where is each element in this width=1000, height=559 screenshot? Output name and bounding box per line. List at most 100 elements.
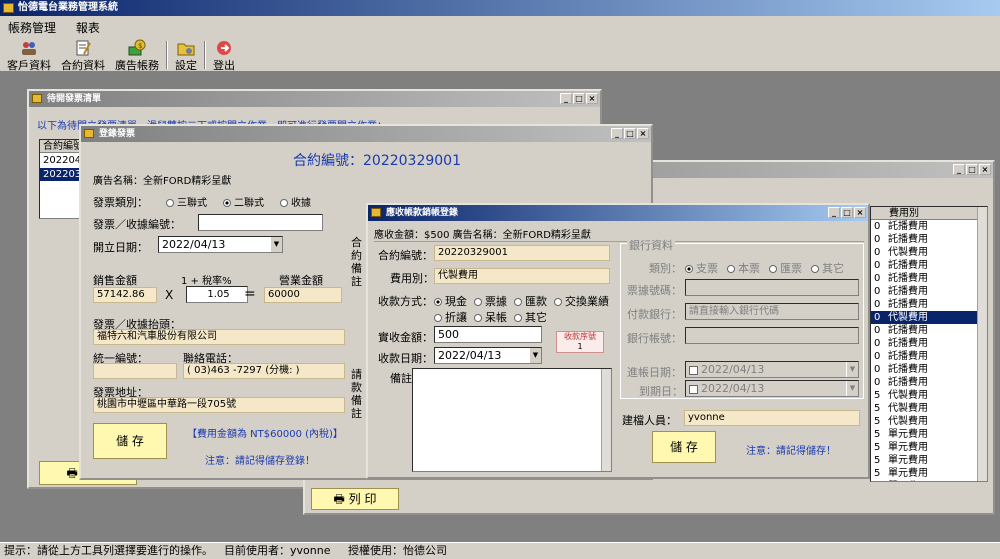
bank-type-other[interactable]: 其它	[811, 260, 844, 276]
header-field[interactable]: 福特六和汽車股份有限公司	[93, 329, 345, 345]
sales-amount-field[interactable]: 57142.86	[93, 287, 157, 303]
table-row[interactable]: 0 託播費用	[871, 337, 979, 350]
table-row[interactable]: 5單元費用	[871, 428, 979, 441]
menu-accounting[interactable]: 帳務管理	[0, 16, 64, 36]
table-row[interactable]: 0 託播費用	[871, 376, 979, 389]
actual-amount-input[interactable]: 500	[434, 326, 542, 343]
close-button[interactable]: ×	[586, 93, 598, 104]
save-note: 注意：請記得儲存登錄！	[205, 456, 315, 467]
tax-id-field[interactable]	[93, 363, 177, 379]
receivable-save-button[interactable]: 儲 存	[652, 431, 716, 463]
ledger-list[interactable]: 費用別 0 託播費用 0 託播費用 0 代製費用 0 託播費用 0 託播費用 0 託播費用 0 託播費用 0…	[870, 206, 988, 482]
printer-icon: 🖶	[333, 492, 345, 506]
pay-method-other[interactable]: 其它	[514, 309, 547, 325]
receive-date-picker[interactable]: 2022/04/13 ▼	[434, 347, 542, 364]
table-row[interactable]: 0 託播費用	[871, 233, 979, 246]
creator-field[interactable]: yvonne	[684, 410, 860, 426]
business-amount-field[interactable]: 60000	[264, 287, 342, 303]
bank-group-title: 銀行資料	[627, 237, 675, 253]
pay-bank-input[interactable]: 請直接輸入銀行代碼	[685, 303, 859, 320]
table-row[interactable]: 5 代製費用	[871, 389, 979, 402]
table-row[interactable]: 0 託播費用	[871, 259, 979, 272]
minimize-button[interactable]: _	[611, 128, 623, 139]
table-row[interactable]: 0 託播費用	[871, 324, 979, 337]
ad-name: 廣告名稱：全新FORD精彩呈獻	[93, 176, 232, 187]
table-row[interactable]: 5單元費用	[871, 454, 979, 467]
receivable-title-bar: 應收帳款銷帳登錄 _ □ ×	[368, 205, 868, 221]
bank-type-promissory[interactable]: 本票	[727, 260, 760, 276]
table-row[interactable]: 0 託播費用	[871, 350, 979, 363]
dropdown-arrow-icon[interactable]: ▼	[846, 362, 858, 377]
maximize-button[interactable]: □	[624, 128, 636, 139]
checkbox[interactable]	[689, 365, 698, 375]
column-header-fee-type[interactable]: 費用別	[871, 207, 987, 220]
pay-method-bill[interactable]: 票據	[474, 293, 507, 309]
fee-type-field[interactable]: 代製費用	[434, 268, 610, 284]
vertical-scrollbar[interactable]	[977, 207, 987, 481]
checkbox[interactable]	[689, 384, 698, 394]
close-button[interactable]: ×	[637, 128, 649, 139]
invoice-type-radio-double[interactable]: 二聯式	[223, 194, 264, 209]
table-row[interactable]: 5單元費用	[871, 441, 979, 454]
dropdown-arrow-icon[interactable]: ▼	[529, 348, 541, 363]
maximize-button[interactable]: □	[841, 207, 853, 218]
table-row[interactable]: 0 託播費用	[871, 220, 979, 233]
bill-no-input[interactable]	[685, 279, 859, 296]
vertical-scrollbar[interactable]	[601, 369, 611, 471]
table-row[interactable]: 5單元費用	[871, 480, 979, 481]
deposit-date-label: 進帳日期：	[627, 366, 682, 379]
pay-method-cash[interactable]: 現金	[434, 293, 467, 309]
invoice-type-radio-triple[interactable]: 三聯式	[166, 194, 207, 209]
deposit-date-picker[interactable]: 2022/04/13 ▼	[685, 361, 859, 378]
receivable-window: 應收帳款銷帳登錄 _ □ × 應收金額：$500 廣告名稱：全新FORD精彩呈獻 合…	[366, 203, 870, 479]
table-row[interactable]: 5 代製費用	[871, 415, 979, 428]
table-row[interactable]: 0 託播費用	[871, 298, 979, 311]
pay-method-exchange[interactable]: 交換業績	[554, 293, 609, 309]
due-date-label: 到期日：	[639, 385, 683, 398]
invoice-no-input[interactable]	[198, 214, 323, 231]
pay-method-label: 收款方式：	[378, 295, 433, 308]
pay-method-transfer[interactable]: 匯款	[514, 293, 547, 309]
contract-no-field[interactable]: 20220329001	[434, 245, 610, 261]
bank-type-check[interactable]: 支票	[685, 260, 718, 276]
menu-reports[interactable]: 報表	[68, 16, 108, 36]
issue-date-picker[interactable]: 2022/04/13 ▼	[158, 236, 283, 253]
minimize-button[interactable]: _	[828, 207, 840, 218]
table-row[interactable]: 5 代製費用	[871, 402, 979, 415]
table-row[interactable]: 0 託播費用	[871, 272, 979, 285]
logout-button[interactable]: 登出	[208, 38, 240, 72]
minimize-button[interactable]: _	[953, 164, 965, 175]
people-icon	[22, 42, 36, 55]
billing-remark-label: 請款備註	[351, 368, 362, 420]
contract-button[interactable]: 合約資料	[58, 38, 108, 72]
save-button[interactable]: 儲 存	[93, 423, 167, 459]
pay-method-bad-debt[interactable]: 呆帳	[474, 309, 507, 325]
maximize-button[interactable]: □	[573, 93, 585, 104]
table-row[interactable]: 5單元費用	[871, 467, 979, 480]
due-date-picker[interactable]: 2022/04/13 ▼	[685, 380, 859, 397]
close-button[interactable]: ×	[854, 207, 866, 218]
dropdown-arrow-icon[interactable]: ▼	[846, 381, 858, 396]
dropdown-arrow-icon[interactable]: ▼	[270, 237, 282, 252]
remark-textarea[interactable]	[412, 368, 612, 472]
table-row[interactable]: 0 代製費用	[871, 246, 979, 259]
customer-button[interactable]: 客戶資料	[4, 38, 54, 72]
address-field[interactable]: 桃園市中壢區中華路一段705號	[93, 397, 345, 413]
issue-date-label: 開立日期：	[93, 241, 148, 254]
close-button[interactable]: ×	[979, 164, 991, 175]
tax-rate-input[interactable]: 1.05	[186, 286, 248, 303]
ad-account-button[interactable]: $ 廣告帳務	[112, 38, 162, 72]
ledger-print-button[interactable]: 🖶 列 印	[311, 488, 399, 510]
maximize-button[interactable]: □	[966, 164, 978, 175]
minimize-button[interactable]: _	[560, 93, 572, 104]
toolbar: 客戶資料 合約資料 $ 廣告帳務 設定 登出	[0, 38, 1000, 72]
bank-account-input[interactable]	[685, 327, 859, 344]
table-row[interactable]: 0 託播費用	[871, 363, 979, 376]
invoice-type-radio-receipt[interactable]: 收據	[280, 194, 311, 209]
bank-type-draft[interactable]: 匯票	[769, 260, 802, 276]
settings-button[interactable]: 設定	[170, 38, 202, 72]
table-row[interactable]: 0 託播費用	[871, 285, 979, 298]
pay-method-discount[interactable]: 折讓	[434, 309, 467, 325]
phone-field[interactable]: ( 03)463 -7297 (分機: )	[183, 363, 345, 379]
ledger-row-selected[interactable]: 0 代製費用	[871, 311, 979, 324]
